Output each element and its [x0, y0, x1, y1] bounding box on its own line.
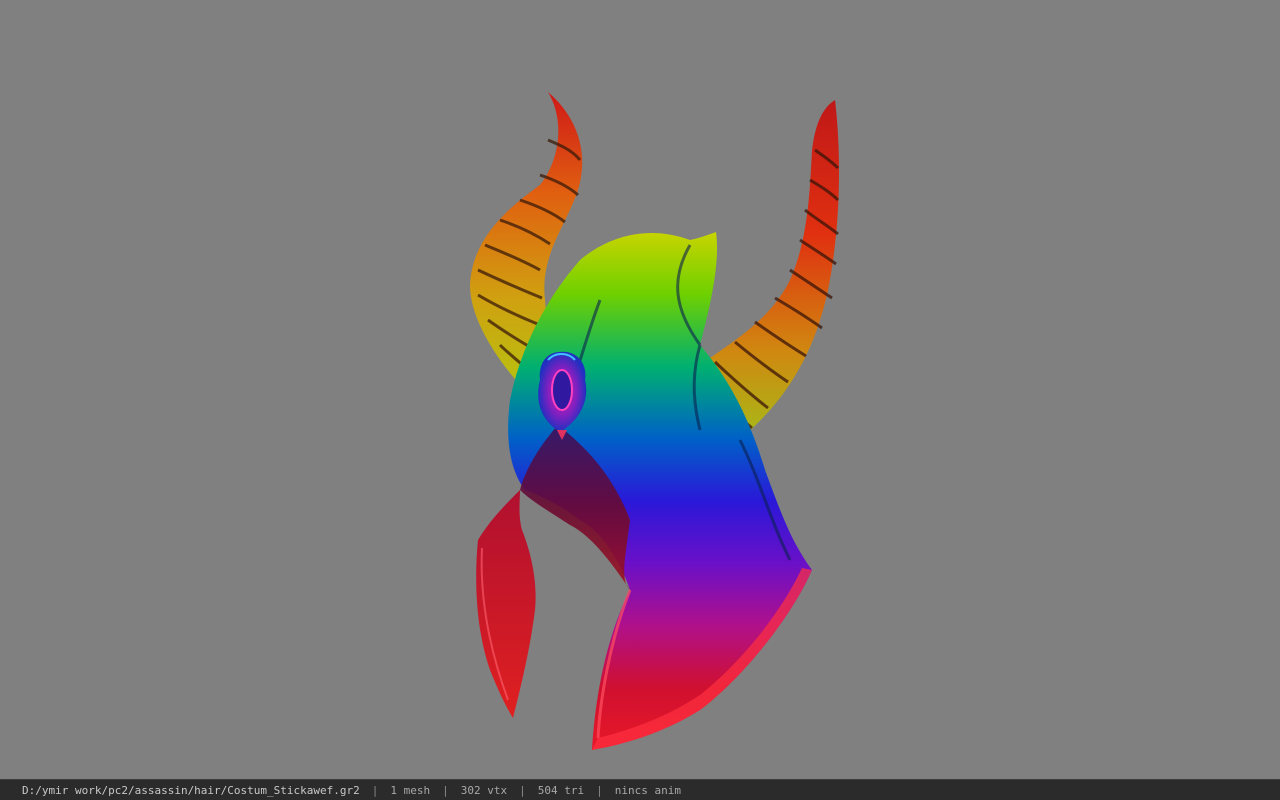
status-separator: | [596, 783, 603, 797]
left-tail [476, 490, 536, 718]
triangle-count-label: 504 tri [537, 783, 585, 797]
mesh-count-label: 1 mesh [390, 783, 431, 797]
hood-body [508, 232, 812, 750]
3d-viewport[interactable] [0, 0, 1280, 779]
file-path-label: D:/ymir work/pc2/assassin/hair/Costum_St… [22, 783, 360, 797]
status-separator: | [371, 783, 379, 797]
status-separator: | [519, 783, 526, 797]
animation-status-label: nincs anim [614, 783, 681, 797]
horned-hood-model[interactable] [0, 0, 1280, 779]
status-bar: D:/ymir work/pc2/assassin/hair/Costum_St… [0, 779, 1280, 800]
vertex-count-label: 302 vtx [460, 783, 508, 797]
status-separator: | [442, 783, 449, 797]
